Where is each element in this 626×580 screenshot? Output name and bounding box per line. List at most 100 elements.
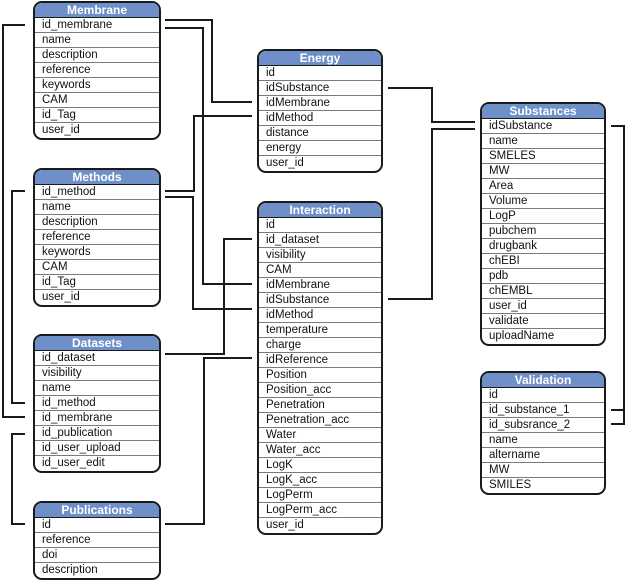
field-row: idMembrane (259, 278, 381, 293)
field-row: id_method (35, 185, 159, 200)
table-substances: Substances idSubstance name SMELES MW Ar… (480, 102, 606, 346)
field-row: description (35, 48, 159, 63)
field-row: MW (482, 463, 604, 478)
field-row: SMILES (489, 479, 532, 491)
field-row: user_id (482, 299, 604, 314)
field-row: id (259, 66, 381, 81)
field-row: keywords (35, 78, 159, 93)
field-row: charge (259, 338, 381, 353)
field-row: name (482, 433, 604, 448)
field-row: LogK_acc (259, 473, 381, 488)
connector-publications-datasets (11, 433, 25, 525)
field-row: id_membrane (35, 411, 159, 426)
field-row: id_subsrance_2 (482, 418, 604, 433)
field-row: Water_acc (259, 443, 381, 458)
field-row: id_publication (35, 426, 159, 441)
table-datasets: Datasets id_dataset visibility name id_m… (33, 334, 161, 473)
field-row: id_Tag (35, 108, 159, 123)
field-row: description (35, 215, 159, 230)
connector-datasets-interaction (165, 238, 252, 355)
table-energy: Energy id idSubstance idMembrane idMetho… (257, 49, 383, 173)
connector-substances-interaction (388, 128, 475, 300)
field-row: distance (259, 126, 381, 141)
field-row: id_dataset (259, 233, 381, 248)
table-title: Interaction (259, 203, 381, 218)
field-row: user_id (42, 291, 80, 303)
field-row: name (35, 200, 159, 215)
field-row: chEBI (482, 254, 604, 269)
field-row: Area (482, 179, 604, 194)
connector-membrane-energy (165, 19, 252, 103)
table-title: Validation (482, 373, 604, 388)
field-row: reference (35, 533, 159, 548)
table-title: Datasets (35, 336, 159, 351)
field-row: Penetration_acc (259, 413, 381, 428)
connector-membrane-interaction (165, 27, 252, 285)
field-row: SMELES (482, 149, 604, 164)
connector-methods-datasets (11, 190, 25, 404)
field-row: LogK (259, 458, 381, 473)
connector-methods-energy (165, 115, 252, 192)
field-row: doi (35, 548, 159, 563)
table-title: Publications (35, 503, 159, 518)
field-row: id_user_upload (35, 441, 159, 456)
field-row: description (42, 564, 98, 576)
connector-substances-validation-1 (611, 125, 625, 411)
field-row: CAM (35, 260, 159, 275)
field-row: energy (259, 141, 381, 156)
field-row: keywords (35, 245, 159, 260)
connector-substances-validation-2 (611, 410, 625, 425)
table-title: Membrane (35, 3, 159, 18)
field-row: CAM (259, 263, 381, 278)
field-row: name (482, 134, 604, 149)
field-row: id_user_edit (42, 457, 105, 469)
field-row: user_id (42, 124, 80, 136)
table-title: Methods (35, 170, 159, 185)
table-publications: Publications id reference doi descriptio… (33, 501, 161, 580)
field-row: visibility (35, 366, 159, 381)
table-title: Energy (259, 51, 381, 66)
field-row: idMethod (259, 111, 381, 126)
field-row: validate (482, 314, 604, 329)
field-row: Position (259, 368, 381, 383)
field-row: LogPerm (259, 488, 381, 503)
field-row: reference (35, 230, 159, 245)
field-row: name (35, 33, 159, 48)
field-row: chEMBL (482, 284, 604, 299)
field-row: id_dataset (35, 351, 159, 366)
field-row: idMembrane (259, 96, 381, 111)
field-row: pubchem (482, 224, 604, 239)
field-row: altername (482, 448, 604, 463)
field-row: MW (482, 164, 604, 179)
field-row: Water (259, 428, 381, 443)
field-row: id (35, 518, 159, 533)
field-row: id (482, 388, 604, 403)
field-row: idReference (259, 353, 381, 368)
field-row: uploadName (489, 330, 555, 342)
field-row: id (259, 218, 381, 233)
field-row: Penetration (259, 398, 381, 413)
field-row: drugbank (482, 239, 604, 254)
connector-methods-interaction (165, 196, 252, 310)
field-row: reference (35, 63, 159, 78)
connector-substances-energy (388, 87, 475, 123)
field-row: Volume (482, 194, 604, 209)
field-row: visibility (259, 248, 381, 263)
field-row: user_id (266, 157, 304, 169)
field-row: pdb (482, 269, 604, 284)
field-row: id_method (35, 396, 159, 411)
field-row: idMethod (259, 308, 381, 323)
connector-publications-interaction (165, 357, 252, 525)
field-row: idSubstance (482, 119, 604, 134)
field-row: temperature (259, 323, 381, 338)
table-interaction: Interaction id id_dataset visibility CAM… (257, 201, 383, 535)
field-row: LogPerm_acc (259, 503, 381, 518)
field-row: LogP (482, 209, 604, 224)
table-methods: Methods id_method name description refer… (33, 168, 161, 307)
table-title: Substances (482, 104, 604, 119)
field-row: Position_acc (259, 383, 381, 398)
field-row: CAM (35, 93, 159, 108)
field-row: id_substance_1 (482, 403, 604, 418)
field-row: idSubstance (259, 293, 381, 308)
field-row: id_membrane (35, 18, 159, 33)
